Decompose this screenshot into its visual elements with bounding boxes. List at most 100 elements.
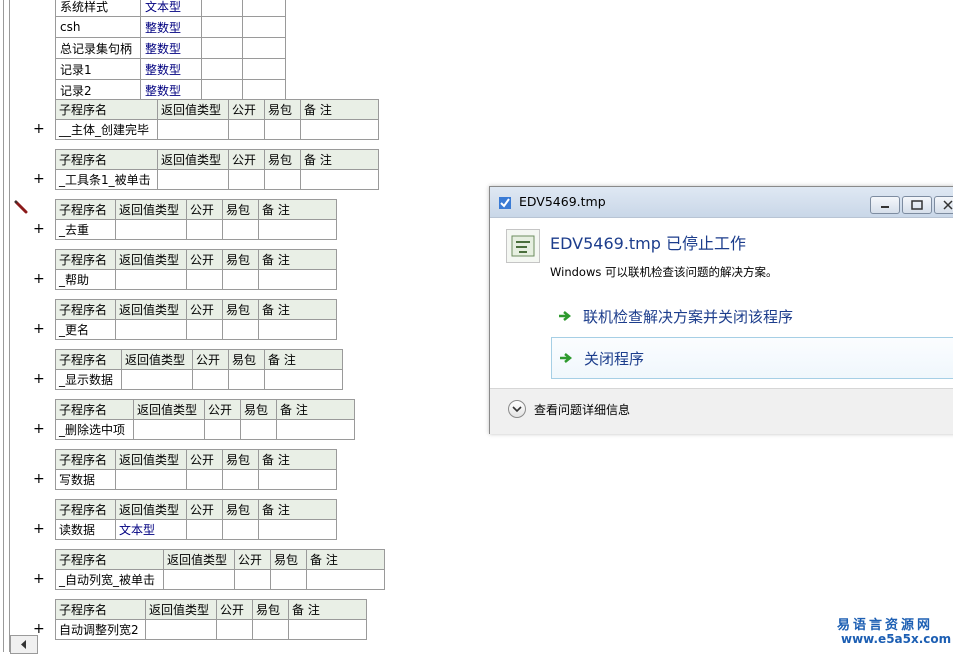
subprogram-name[interactable]: _删除选中项 [55, 419, 134, 440]
close-button[interactable] [934, 196, 953, 214]
subprogram-cell[interactable] [228, 369, 265, 390]
subprogram-cell[interactable] [228, 169, 265, 190]
variable-type[interactable]: 文本型 [140, 0, 202, 17]
variable-name[interactable]: 记录2 [55, 79, 141, 101]
variable-type[interactable]: 整数型 [140, 37, 202, 59]
variable-cell[interactable] [201, 0, 243, 17]
subprogram-cell[interactable] [186, 219, 223, 240]
variable-cell[interactable] [242, 37, 286, 59]
subprogram-cell[interactable] [258, 269, 337, 290]
subprogram-return-type[interactable] [115, 219, 187, 240]
subprogram-cell[interactable] [204, 419, 241, 440]
subprogram-cell[interactable] [306, 569, 385, 590]
subprogram-cell[interactable] [228, 119, 265, 140]
subprogram-cell[interactable] [300, 119, 379, 140]
subprogram-cell[interactable] [258, 319, 337, 340]
subprogram-cell[interactable] [186, 469, 223, 490]
subprogram-cell[interactable] [258, 219, 337, 240]
subprogram-cell[interactable] [222, 269, 259, 290]
variable-cell[interactable] [201, 37, 243, 59]
subprogram-return-type[interactable] [115, 469, 187, 490]
expand-plus-icon[interactable]: + [33, 521, 45, 537]
variable-cell[interactable] [201, 58, 243, 80]
subprogram-cell[interactable] [192, 369, 229, 390]
subprogram-return-type[interactable] [115, 269, 187, 290]
expand-plus-icon[interactable]: + [33, 571, 45, 587]
subprogram-cell[interactable] [186, 519, 223, 540]
horizontal-scrollbar[interactable] [10, 635, 38, 654]
subprogram-cell[interactable] [288, 619, 367, 640]
expand-plus-icon[interactable]: + [33, 421, 45, 437]
variable-type[interactable]: 整数型 [140, 16, 202, 38]
variable-name[interactable]: 系统样式 [55, 0, 141, 17]
subprogram-cell[interactable] [240, 419, 277, 440]
subprogram-cell[interactable] [222, 219, 259, 240]
variable-cell[interactable] [242, 0, 286, 17]
subprogram-table: 子程序名 返回值类型 公开 易包备 注 _自动列宽_被单击 [55, 549, 385, 590]
subprogram-name[interactable]: _更名 [55, 319, 116, 340]
subprogram-name[interactable]: 读数据 [55, 519, 116, 540]
subprogram-cell[interactable] [252, 619, 289, 640]
subprogram-cell[interactable] [222, 469, 259, 490]
view-details-label[interactable]: 查看问题详细信息 [534, 401, 630, 418]
expand-details-button[interactable] [508, 400, 526, 418]
subprogram-cell[interactable] [258, 519, 337, 540]
subprogram-cell[interactable] [222, 519, 259, 540]
subprogram-cell[interactable] [264, 119, 301, 140]
variable-name[interactable]: csh [55, 16, 141, 38]
subprogram-header-row: 子程序名 返回值类型 公开 易包备 注 [55, 149, 379, 170]
expand-plus-icon[interactable]: + [33, 271, 45, 287]
variable-cell[interactable] [201, 79, 243, 101]
expand-plus-icon[interactable]: + [33, 471, 45, 487]
subprogram-return-type[interactable] [157, 119, 229, 140]
minimize-button[interactable] [870, 196, 900, 214]
subprogram-cell[interactable] [276, 419, 355, 440]
subprogram-cell[interactable] [264, 169, 301, 190]
subprogram-name[interactable]: _帮助 [55, 269, 116, 290]
subprogram-return-type[interactable] [163, 569, 235, 590]
check-online-option[interactable]: 联机检查解决方案并关闭该程序 [551, 296, 953, 336]
subprogram-return-type[interactable] [121, 369, 193, 390]
variable-cell[interactable] [242, 58, 286, 80]
variable-cell[interactable] [242, 79, 286, 101]
variable-cell[interactable] [242, 16, 286, 38]
subprogram-cell[interactable] [270, 569, 307, 590]
expand-plus-icon[interactable]: + [33, 121, 45, 137]
expand-plus-icon[interactable]: + [33, 321, 45, 337]
subprogram-return-type[interactable] [145, 619, 217, 640]
subprogram-cell[interactable] [258, 469, 337, 490]
close-program-option[interactable]: 关闭程序 [551, 337, 953, 379]
subprogram-cell[interactable] [300, 169, 379, 190]
subprogram-cell[interactable] [264, 369, 343, 390]
subprogram-row: _更名 [55, 319, 337, 340]
subprogram-header-row: 子程序名 返回值类型 公开 易包备 注 [55, 449, 337, 470]
subprogram-name[interactable]: _显示数据 [55, 369, 122, 390]
variable-name[interactable]: 总记录集句柄 [55, 37, 141, 59]
variable-name[interactable]: 记录1 [55, 58, 141, 80]
header-name: 子程序名 [55, 599, 146, 620]
subprogram-cell[interactable] [216, 619, 253, 640]
subprogram-return-type[interactable]: 文本型 [115, 519, 187, 540]
subprogram-cell[interactable] [186, 319, 223, 340]
subprogram-cell[interactable] [222, 319, 259, 340]
subprogram-name[interactable]: _工具条1_被单击 [55, 169, 158, 190]
variable-type[interactable]: 整数型 [140, 58, 202, 80]
subprogram-name[interactable]: _去重 [55, 219, 116, 240]
maximize-button[interactable] [902, 196, 932, 214]
subprogram-return-type[interactable] [115, 319, 187, 340]
dialog-titlebar[interactable]: EDV5469.tmp [490, 187, 953, 218]
subprogram-row: _显示数据 [55, 369, 343, 390]
variable-cell[interactable] [201, 16, 243, 38]
subprogram-name[interactable]: __主体_创建完毕 [55, 119, 158, 140]
expand-plus-icon[interactable]: + [33, 371, 45, 387]
subprogram-return-type[interactable] [157, 169, 229, 190]
variable-type[interactable]: 整数型 [140, 79, 202, 101]
subprogram-name[interactable]: 写数据 [55, 469, 116, 490]
subprogram-name[interactable]: _自动列宽_被单击 [55, 569, 164, 590]
subprogram-return-type[interactable] [133, 419, 205, 440]
subprogram-name[interactable]: 自动调整列宽2 [55, 619, 146, 640]
expand-plus-icon[interactable]: + [33, 221, 45, 237]
expand-plus-icon[interactable]: + [33, 171, 45, 187]
subprogram-cell[interactable] [186, 269, 223, 290]
subprogram-cell[interactable] [234, 569, 271, 590]
